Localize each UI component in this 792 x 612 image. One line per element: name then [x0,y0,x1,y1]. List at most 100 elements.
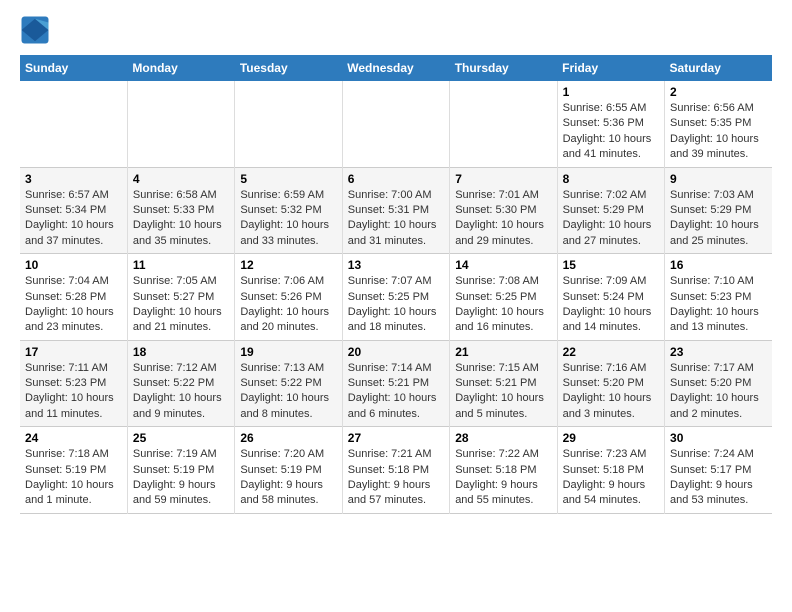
day-info: Sunrise: 7:02 AM Sunset: 5:29 PM Dayligh… [563,188,659,250]
day-number: 1 [563,85,659,99]
calendar-cell: 28 Sunrise: 7:22 AM Sunset: 5:18 PM Dayli… [450,427,557,514]
day-info: Sunrise: 7:18 AM Sunset: 5:19 PM Dayligh… [25,447,122,509]
day-number: 24 [25,431,122,445]
day-info: Sunrise: 6:58 AM Sunset: 5:33 PM Dayligh… [133,188,229,250]
day-number: 9 [670,172,767,186]
day-info: Sunrise: 7:17 AM Sunset: 5:20 PM Dayligh… [670,361,767,423]
calendar-cell [127,81,234,167]
weekday-header-saturday: Saturday [665,55,772,81]
day-number: 28 [455,431,551,445]
calendar-cell: 3 Sunrise: 6:57 AM Sunset: 5:34 PM Daylig… [20,167,127,254]
calendar-cell: 19 Sunrise: 7:13 AM Sunset: 5:22 PM Dayli… [235,340,342,427]
calendar-cell: 11 Sunrise: 7:05 AM Sunset: 5:27 PM Dayli… [127,254,234,341]
day-info: Sunrise: 7:15 AM Sunset: 5:21 PM Dayligh… [455,361,551,423]
calendar-week-2: 3 Sunrise: 6:57 AM Sunset: 5:34 PM Daylig… [20,167,772,254]
calendar-cell: 15 Sunrise: 7:09 AM Sunset: 5:24 PM Dayli… [557,254,664,341]
day-number: 11 [133,258,229,272]
day-info: Sunrise: 7:19 AM Sunset: 5:19 PM Dayligh… [133,447,229,509]
day-info: Sunrise: 7:10 AM Sunset: 5:23 PM Dayligh… [670,274,767,336]
calendar-week-1: 1 Sunrise: 6:55 AM Sunset: 5:36 PM Daylig… [20,81,772,167]
day-info: Sunrise: 7:21 AM Sunset: 5:18 PM Dayligh… [348,447,444,509]
day-info: Sunrise: 7:22 AM Sunset: 5:18 PM Dayligh… [455,447,551,509]
weekday-header-tuesday: Tuesday [235,55,342,81]
calendar-cell: 23 Sunrise: 7:17 AM Sunset: 5:20 PM Dayli… [665,340,772,427]
day-number: 7 [455,172,551,186]
calendar-cell: 4 Sunrise: 6:58 AM Sunset: 5:33 PM Daylig… [127,167,234,254]
calendar-cell: 14 Sunrise: 7:08 AM Sunset: 5:25 PM Dayli… [450,254,557,341]
day-number: 12 [240,258,336,272]
day-info: Sunrise: 6:56 AM Sunset: 5:35 PM Dayligh… [670,101,767,163]
day-number: 16 [670,258,767,272]
day-number: 27 [348,431,444,445]
calendar-cell: 22 Sunrise: 7:16 AM Sunset: 5:20 PM Dayli… [557,340,664,427]
day-info: Sunrise: 7:14 AM Sunset: 5:21 PM Dayligh… [348,361,444,423]
day-number: 15 [563,258,659,272]
day-info: Sunrise: 7:04 AM Sunset: 5:28 PM Dayligh… [25,274,122,336]
day-number: 21 [455,345,551,359]
calendar-header-row: SundayMondayTuesdayWednesdayThursdayFrid… [20,55,772,81]
day-info: Sunrise: 7:01 AM Sunset: 5:30 PM Dayligh… [455,188,551,250]
day-number: 13 [348,258,444,272]
calendar-cell: 27 Sunrise: 7:21 AM Sunset: 5:18 PM Dayli… [342,427,449,514]
calendar-cell: 12Sunrise: 7:06 AM Sunset: 5:26 PM Dayli… [235,254,342,341]
calendar-cell [20,81,127,167]
day-info: Sunrise: 7:05 AM Sunset: 5:27 PM Dayligh… [133,274,229,336]
day-number: 19 [240,345,336,359]
calendar-cell: 13 Sunrise: 7:07 AM Sunset: 5:25 PM Dayli… [342,254,449,341]
day-number: 30 [670,431,767,445]
day-info: Sunrise: 6:57 AM Sunset: 5:34 PM Dayligh… [25,188,122,250]
day-info: Sunrise: 7:07 AM Sunset: 5:25 PM Dayligh… [348,274,444,336]
day-info: Sunrise: 7:11 AM Sunset: 5:23 PM Dayligh… [25,361,122,423]
weekday-header-wednesday: Wednesday [342,55,449,81]
page-header [20,15,772,45]
calendar-cell: 6 Sunrise: 7:00 AM Sunset: 5:31 PM Daylig… [342,167,449,254]
calendar-cell: 21 Sunrise: 7:15 AM Sunset: 5:21 PM Dayli… [450,340,557,427]
day-number: 22 [563,345,659,359]
logo-icon [20,15,50,45]
weekday-header-monday: Monday [127,55,234,81]
calendar-week-4: 17 Sunrise: 7:11 AM Sunset: 5:23 PM Dayli… [20,340,772,427]
calendar-cell: 18 Sunrise: 7:12 AM Sunset: 5:22 PM Dayli… [127,340,234,427]
day-number: 20 [348,345,444,359]
calendar-cell: 29Sunrise: 7:23 AM Sunset: 5:18 PM Dayli… [557,427,664,514]
day-info: Sunrise: 7:16 AM Sunset: 5:20 PM Dayligh… [563,361,659,423]
calendar-cell [342,81,449,167]
calendar-cell: 7 Sunrise: 7:01 AM Sunset: 5:30 PM Daylig… [450,167,557,254]
day-number: 26 [240,431,336,445]
calendar-cell [450,81,557,167]
day-number: 3 [25,172,122,186]
day-number: 2 [670,85,767,99]
day-number: 10 [25,258,122,272]
day-info: Sunrise: 6:55 AM Sunset: 5:36 PM Dayligh… [563,101,659,163]
day-number: 4 [133,172,229,186]
day-info: Sunrise: 7:20 AM Sunset: 5:19 PM Dayligh… [240,447,336,509]
weekday-header-thursday: Thursday [450,55,557,81]
day-number: 6 [348,172,444,186]
day-number: 17 [25,345,122,359]
calendar-cell: 25 Sunrise: 7:19 AM Sunset: 5:19 PM Dayli… [127,427,234,514]
calendar-cell: 10 Sunrise: 7:04 AM Sunset: 5:28 PM Dayli… [20,254,127,341]
calendar-cell: 9Sunrise: 7:03 AM Sunset: 5:29 PM Daylig… [665,167,772,254]
day-info: Sunrise: 7:24 AM Sunset: 5:17 PM Dayligh… [670,447,767,509]
day-number: 25 [133,431,229,445]
calendar-cell: 24 Sunrise: 7:18 AM Sunset: 5:19 PM Dayli… [20,427,127,514]
calendar-table: SundayMondayTuesdayWednesdayThursdayFrid… [20,55,772,514]
calendar-cell: 20 Sunrise: 7:14 AM Sunset: 5:21 PM Dayli… [342,340,449,427]
calendar-cell: 26 Sunrise: 7:20 AM Sunset: 5:19 PM Dayli… [235,427,342,514]
day-info: Sunrise: 6:59 AM Sunset: 5:32 PM Dayligh… [240,188,336,250]
day-info: Sunrise: 7:13 AM Sunset: 5:22 PM Dayligh… [240,361,336,423]
calendar-cell: 5Sunrise: 6:59 AM Sunset: 5:32 PM Daylig… [235,167,342,254]
calendar-cell: 17 Sunrise: 7:11 AM Sunset: 5:23 PM Dayli… [20,340,127,427]
day-number: 23 [670,345,767,359]
calendar-cell: 30 Sunrise: 7:24 AM Sunset: 5:17 PM Dayli… [665,427,772,514]
day-info: Sunrise: 7:00 AM Sunset: 5:31 PM Dayligh… [348,188,444,250]
day-info: Sunrise: 7:08 AM Sunset: 5:25 PM Dayligh… [455,274,551,336]
day-info: Sunrise: 7:12 AM Sunset: 5:22 PM Dayligh… [133,361,229,423]
day-number: 18 [133,345,229,359]
day-info: Sunrise: 7:09 AM Sunset: 5:24 PM Dayligh… [563,274,659,336]
day-info: Sunrise: 7:23 AM Sunset: 5:18 PM Dayligh… [563,447,659,509]
calendar-cell [235,81,342,167]
calendar-week-3: 10 Sunrise: 7:04 AM Sunset: 5:28 PM Dayli… [20,254,772,341]
weekday-header-sunday: Sunday [20,55,127,81]
day-number: 14 [455,258,551,272]
